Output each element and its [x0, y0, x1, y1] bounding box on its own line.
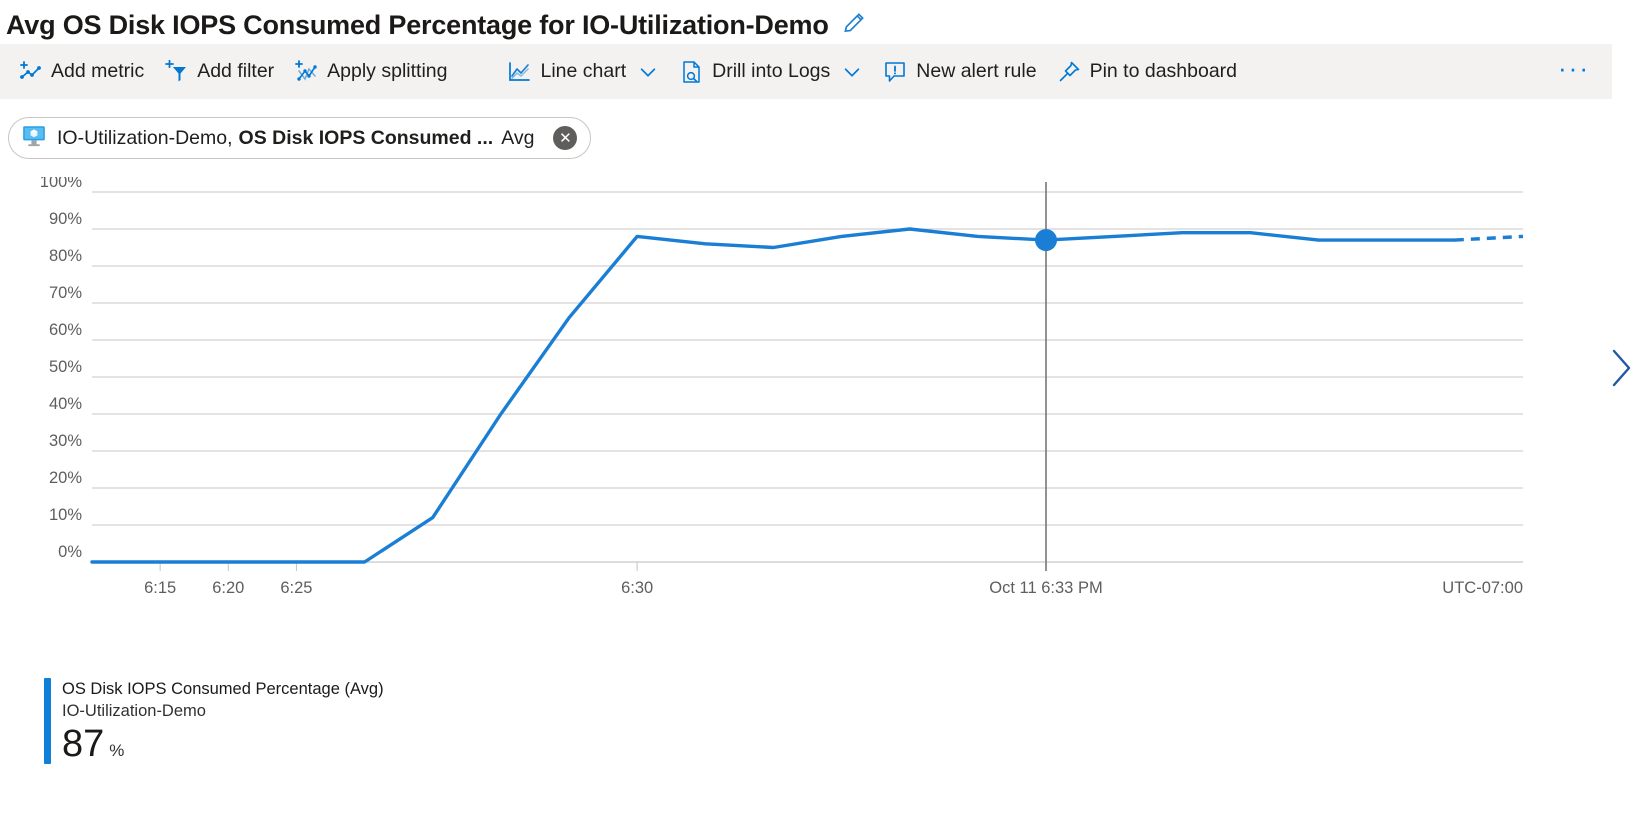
- legend-color-swatch: [44, 678, 51, 764]
- alert-icon: [883, 60, 907, 84]
- new-alert-rule-label: New alert rule: [916, 60, 1036, 83]
- add-metric-icon: [18, 60, 42, 84]
- x-axis-tick-labels: 6:15 6:20 6:25 6:30: [144, 579, 653, 597]
- add-metric-label: Add metric: [51, 60, 144, 83]
- y-tick-label: 0%: [58, 543, 82, 561]
- chart-toolbar: Add metric Add filter Apply splitting: [0, 44, 1612, 99]
- y-tick-label: 30%: [49, 432, 82, 450]
- more-options-button[interactable]: ···: [1550, 57, 1598, 87]
- y-tick-label: 70%: [49, 284, 82, 302]
- x-tick-label: 6:15: [144, 579, 176, 597]
- legend-text-group: OS Disk IOPS Consumed Percentage (Avg) I…: [62, 678, 384, 764]
- y-tick-label: 50%: [49, 358, 82, 376]
- chart-gridlines: [92, 192, 1523, 562]
- new-alert-rule-button[interactable]: New alert rule: [873, 54, 1046, 90]
- chart-type-button[interactable]: Line chart: [497, 54, 669, 90]
- chart-legend: OS Disk IOPS Consumed Percentage (Avg) I…: [44, 678, 384, 764]
- drill-into-logs-label: Drill into Logs: [712, 60, 830, 83]
- pin-to-dashboard-button[interactable]: Pin to dashboard: [1047, 54, 1247, 90]
- cursor-time-label: Oct 11 6:33 PM: [989, 579, 1102, 597]
- y-tick-label: 90%: [49, 210, 82, 228]
- chevron-down-icon: [841, 61, 863, 83]
- legend-value-unit: %: [109, 741, 124, 761]
- metric-chip-close-icon[interactable]: ✕: [553, 126, 577, 150]
- legend-current-value: 87 %: [62, 725, 384, 765]
- virtual-machine-icon: [21, 123, 47, 154]
- drill-into-logs-button[interactable]: Drill into Logs: [669, 54, 873, 90]
- y-tick-label: 60%: [49, 321, 82, 339]
- y-tick-label: 20%: [49, 469, 82, 487]
- pin-to-dashboard-label: Pin to dashboard: [1090, 60, 1237, 83]
- legend-value-number: 87: [62, 725, 104, 765]
- metric-chip-aggregation: Avg: [501, 127, 534, 150]
- metric-chip-resource: IO-Utilization-Demo,: [57, 127, 233, 150]
- timezone-label: UTC-07:00: [1442, 579, 1523, 597]
- y-tick-label: 100%: [40, 177, 83, 191]
- y-axis-tick-labels: 100% 90% 80% 70% 60% 50% 40% 30% 20% 10% 0%: [40, 177, 83, 561]
- metric-chip-metric: OS Disk IOPS Consumed ...: [239, 127, 494, 150]
- add-filter-button[interactable]: Add filter: [154, 54, 284, 90]
- drill-into-logs-icon: [679, 60, 703, 84]
- metric-chips-row: IO-Utilization-Demo, OS Disk IOPS Consum…: [0, 99, 1650, 159]
- metric-chip-text: IO-Utilization-Demo, OS Disk IOPS Consum…: [57, 127, 534, 150]
- add-metric-button[interactable]: Add metric: [8, 54, 154, 90]
- line-chart-icon: [507, 60, 531, 84]
- page-title: Avg OS Disk IOPS Consumed Percentage for…: [6, 10, 829, 41]
- apply-splitting-label: Apply splitting: [327, 60, 447, 83]
- chart-area: 100%90%80%70%60%50%40%30%20%10%0% 6:156:…: [0, 177, 1650, 722]
- x-tick-label: 6:20: [212, 579, 244, 597]
- metric-chip[interactable]: IO-Utilization-Demo, OS Disk IOPS Consum…: [8, 117, 591, 159]
- y-tick-label: 40%: [49, 395, 82, 413]
- apply-splitting-icon: [294, 60, 318, 84]
- pin-icon: [1057, 60, 1081, 84]
- series-forecast-dashed: [1455, 236, 1523, 240]
- chart-type-label: Line chart: [540, 60, 626, 83]
- y-tick-label: 10%: [49, 506, 82, 524]
- x-tick-label: 6:25: [280, 579, 312, 597]
- series-line: [92, 229, 1455, 562]
- legend-resource-name: IO-Utilization-Demo: [62, 700, 384, 722]
- series-marker-dot: [1035, 229, 1057, 251]
- page-title-row: Avg OS Disk IOPS Consumed Percentage for…: [0, 0, 1650, 44]
- apply-splitting-button[interactable]: Apply splitting: [284, 54, 457, 90]
- pencil-icon[interactable]: [841, 10, 867, 41]
- add-filter-icon: [164, 60, 188, 84]
- chevron-down-icon: [637, 61, 659, 83]
- x-tick-label: 6:30: [621, 579, 653, 597]
- metrics-line-chart[interactable]: 100%90%80%70%60%50%40%30%20%10%0% 6:156:…: [0, 177, 1650, 637]
- legend-series-title: OS Disk IOPS Consumed Percentage (Avg): [62, 678, 384, 700]
- y-tick-label: 80%: [49, 247, 82, 265]
- add-filter-label: Add filter: [197, 60, 274, 83]
- chevron-right-icon[interactable]: [1606, 345, 1636, 396]
